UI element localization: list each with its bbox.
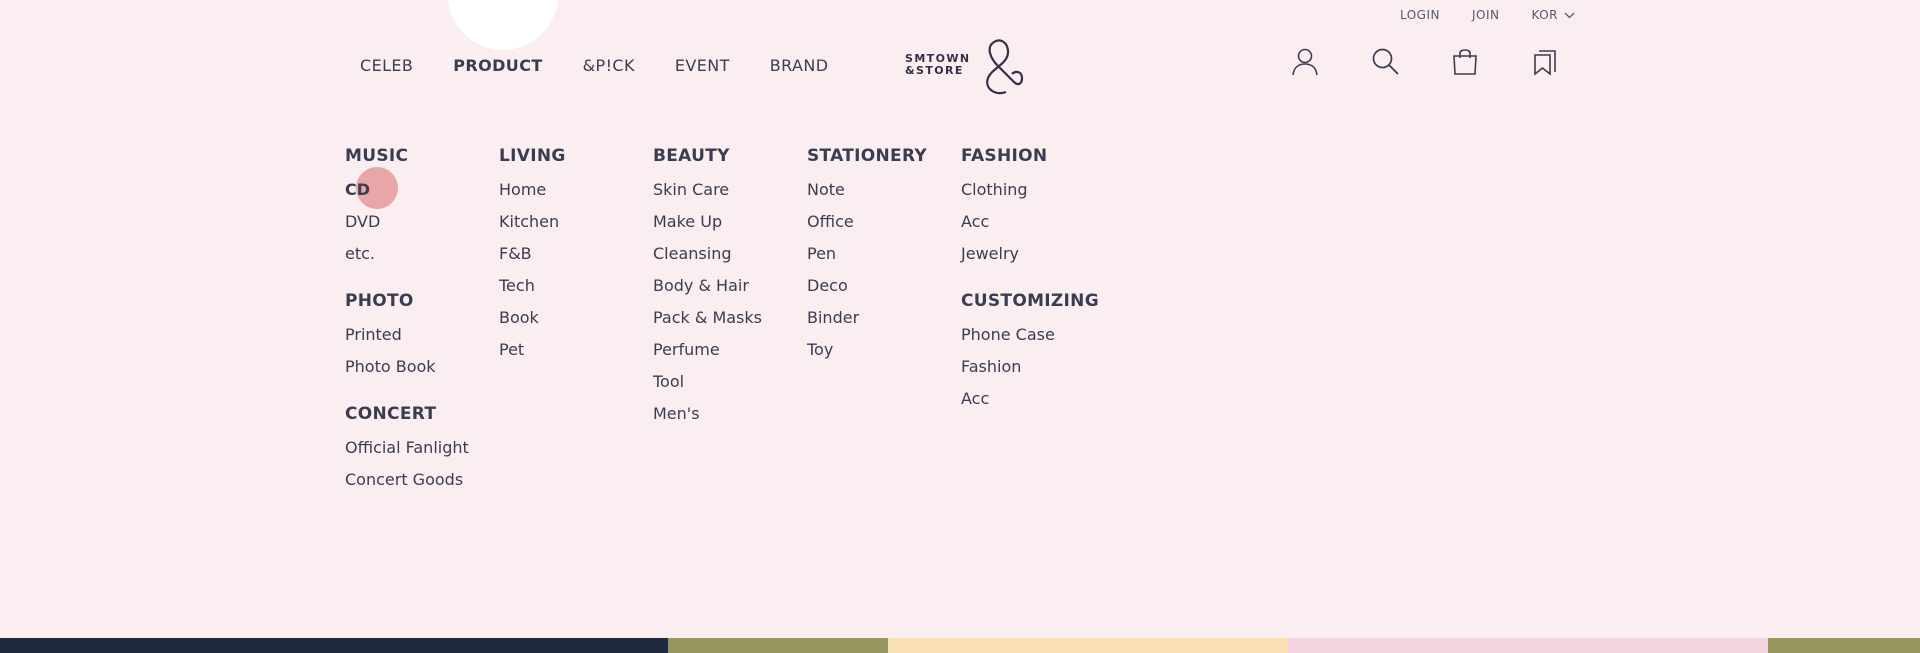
user-icon[interactable] — [1290, 46, 1320, 76]
menu-item-photo-book[interactable]: Photo Book — [345, 351, 499, 383]
banner-thumb-1 — [0, 638, 668, 653]
menu-item-skin-care[interactable]: Skin Care — [653, 174, 807, 206]
ampersand-logo-icon — [986, 39, 1024, 95]
menu-item-note[interactable]: Note — [807, 174, 961, 206]
menu-item-custom-acc[interactable]: Acc — [961, 383, 1115, 415]
menu-column-2: LIVING Home Kitchen F&B Tech Book Pet — [499, 145, 653, 516]
menu-item-dvd[interactable]: DVD — [345, 206, 499, 238]
menu-item-fashion-acc[interactable]: Acc — [961, 206, 1115, 238]
site-logo[interactable]: SMTOWN &STORE — [905, 34, 1026, 96]
menu-heading-concert[interactable]: CONCERT — [345, 403, 499, 425]
menu-item-clothing[interactable]: Clothing — [961, 174, 1115, 206]
menu-item-kitchen[interactable]: Kitchen — [499, 206, 653, 238]
banner-thumb-3 — [888, 638, 1288, 653]
menu-heading-stationery[interactable]: STATIONERY — [807, 145, 961, 167]
menu-heading-living[interactable]: LIVING — [499, 145, 653, 167]
menu-item-pen[interactable]: Pen — [807, 238, 961, 270]
utility-bar: LOGIN JOIN KOR — [1400, 8, 1575, 22]
menu-column-5: FASHION Clothing Acc Jewelry CUSTOMIZING… — [961, 145, 1115, 516]
banner-thumb-4 — [1288, 638, 1768, 653]
menu-group-beauty: BEAUTY Skin Care Make Up Cleansing Body … — [653, 145, 807, 430]
menu-item-phone-case[interactable]: Phone Case — [961, 319, 1115, 351]
main-nav: CELEB PRODUCT &P!CK EVENT BRAND — [360, 56, 868, 75]
logo-text: SMTOWN &STORE — [905, 53, 970, 77]
menu-item-tool[interactable]: Tool — [653, 366, 807, 398]
header-icons — [1290, 46, 1560, 76]
logo-line-2: &STORE — [905, 64, 964, 77]
menu-item-perfume[interactable]: Perfume — [653, 334, 807, 366]
menu-item-body-hair[interactable]: Body & Hair — [653, 270, 807, 302]
language-selector[interactable]: KOR — [1532, 8, 1576, 22]
menu-heading-customizing[interactable]: CUSTOMIZING — [961, 290, 1115, 312]
menu-item-mens[interactable]: Men's — [653, 398, 807, 430]
menu-item-cleansing[interactable]: Cleansing — [653, 238, 807, 270]
menu-item-toy[interactable]: Toy — [807, 334, 961, 366]
menu-column-1: MUSIC CD DVD etc. PHOTO Printed Photo Bo… — [345, 145, 499, 516]
nav-item-celeb[interactable]: CELEB — [360, 56, 413, 75]
menu-item-deco[interactable]: Deco — [807, 270, 961, 302]
menu-heading-beauty[interactable]: BEAUTY — [653, 145, 807, 167]
product-mega-menu: MUSIC CD DVD etc. PHOTO Printed Photo Bo… — [345, 145, 1115, 516]
menu-item-jewelry[interactable]: Jewelry — [961, 238, 1115, 270]
chevron-down-icon — [1564, 12, 1575, 18]
menu-group-stationery: STATIONERY Note Office Pen Deco Binder T… — [807, 145, 961, 366]
menu-group-living: LIVING Home Kitchen F&B Tech Book Pet — [499, 145, 653, 366]
menu-item-binder[interactable]: Binder — [807, 302, 961, 334]
menu-item-make-up[interactable]: Make Up — [653, 206, 807, 238]
menu-column-4: STATIONERY Note Office Pen Deco Binder T… — [807, 145, 961, 516]
menu-group-music: MUSIC CD DVD etc. — [345, 145, 499, 270]
nav-item-pick[interactable]: &P!CK — [583, 56, 635, 75]
menu-heading-music[interactable]: MUSIC — [345, 145, 499, 167]
banner-thumb-2 — [668, 638, 888, 653]
nav-item-brand[interactable]: BRAND — [770, 56, 829, 75]
menu-item-cd[interactable]: CD — [345, 174, 499, 206]
menu-item-official-fanlight[interactable]: Official Fanlight — [345, 432, 499, 464]
menu-item-concert-goods[interactable]: Concert Goods — [345, 464, 499, 496]
menu-group-photo: PHOTO Printed Photo Book — [345, 290, 499, 383]
menu-column-3: BEAUTY Skin Care Make Up Cleansing Body … — [653, 145, 807, 516]
nav-hover-highlight — [448, 0, 558, 50]
menu-item-office[interactable]: Office — [807, 206, 961, 238]
bookmark-icon[interactable] — [1530, 46, 1560, 76]
menu-item-pet[interactable]: Pet — [499, 334, 653, 366]
search-icon[interactable] — [1370, 46, 1400, 76]
menu-item-custom-fashion[interactable]: Fashion — [961, 351, 1115, 383]
menu-heading-photo[interactable]: PHOTO — [345, 290, 499, 312]
menu-item-home[interactable]: Home — [499, 174, 653, 206]
menu-group-customizing: CUSTOMIZING Phone Case Fashion Acc — [961, 290, 1115, 415]
menu-group-fashion: FASHION Clothing Acc Jewelry — [961, 145, 1115, 270]
menu-item-tech[interactable]: Tech — [499, 270, 653, 302]
banner-thumb-5 — [1768, 638, 1920, 653]
menu-item-printed[interactable]: Printed — [345, 319, 499, 351]
login-link[interactable]: LOGIN — [1400, 8, 1440, 22]
menu-item-etc[interactable]: etc. — [345, 238, 499, 270]
join-link[interactable]: JOIN — [1472, 8, 1500, 22]
nav-item-event[interactable]: EVENT — [675, 56, 730, 75]
banner-strip-peek — [0, 638, 1920, 653]
menu-item-fnb[interactable]: F&B — [499, 238, 653, 270]
menu-item-book[interactable]: Book — [499, 302, 653, 334]
language-label: KOR — [1531, 8, 1558, 22]
menu-group-concert: CONCERT Official Fanlight Concert Goods — [345, 403, 499, 496]
menu-item-pack-masks[interactable]: Pack & Masks — [653, 302, 807, 334]
menu-heading-fashion[interactable]: FASHION — [961, 145, 1115, 167]
shopping-bag-icon[interactable] — [1450, 46, 1480, 76]
nav-item-product[interactable]: PRODUCT — [453, 56, 542, 75]
